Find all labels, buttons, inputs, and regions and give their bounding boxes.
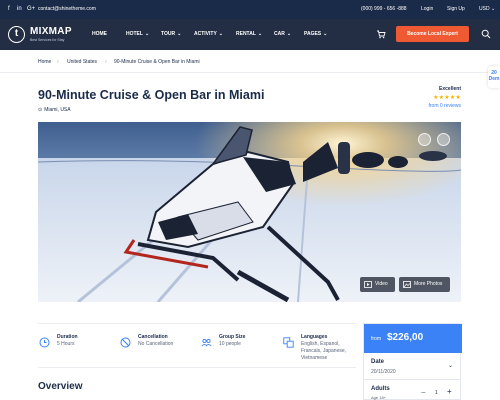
date-picker[interactable]: Date 20/11/2020 ⌄ <box>364 353 460 380</box>
fact-title: Group Size <box>219 334 246 340</box>
nav-item-activity[interactable]: ACTIVITY ⌄ <box>194 31 223 37</box>
fact-value: 10 people <box>219 341 241 347</box>
date-value: 20/11/2020 <box>371 369 396 375</box>
breadcrumb-current: 90-Minute Cruise & Open Bar in Miami <box>114 59 200 65</box>
breadcrumb-home[interactable]: Home <box>38 59 51 65</box>
fact-title: Duration <box>57 334 78 340</box>
rating-label: Excellent <box>439 86 461 92</box>
overview-heading: Overview <box>38 381 83 392</box>
nav-item-hotel[interactable]: HOTEL ⌄ <box>126 31 149 37</box>
search-icon[interactable] <box>481 29 491 39</box>
price-bar: from $226,00 <box>364 324 462 353</box>
language-icon <box>283 337 294 348</box>
more-photos-button[interactable]: More Photos <box>399 277 450 292</box>
google-plus-icon[interactable]: G+ <box>27 6 35 12</box>
become-local-expert-button[interactable]: Become Local Expert <box>396 26 469 42</box>
rating-summary: Excellent ★★★★★ from 0 reviews <box>425 86 461 109</box>
image-icon <box>403 281 411 288</box>
cancel-icon <box>120 337 131 348</box>
booking-widget: from $226,00 Date 20/11/2020 ⌄ Adults Ag… <box>363 323 462 400</box>
facebook-icon[interactable]: f <box>8 6 10 12</box>
tour-facts: Duration 5 Hours Cancellation No Cancell… <box>38 323 356 368</box>
nav-item-home[interactable]: HOME <box>92 31 107 37</box>
currency-selector[interactable]: USD ⌄ <box>479 6 495 12</box>
fact-title: Cancellation <box>138 334 168 340</box>
chevron-down-icon: ⌄ <box>286 31 292 37</box>
page-title: 90-Minute Cruise & Open Bar in Miami <box>38 88 265 102</box>
adults-label: Adults <box>371 386 390 392</box>
star-rating-icon: ★★★★★ <box>433 95 461 101</box>
login-link[interactable]: Login <box>421 6 433 12</box>
logo-tagline: Best Services for Stay <box>30 38 65 42</box>
adults-quantity: 1 <box>435 390 438 396</box>
demo-side-tab[interactable]: 20 Dem <box>488 66 500 88</box>
price-from-label: from <box>371 336 381 342</box>
breadcrumb: Home › United States › 90-Minute Cruise … <box>0 50 500 73</box>
hero-photo[interactable] <box>38 122 461 302</box>
video-button[interactable]: Video <box>360 277 395 292</box>
fact-value: 5 Hours <box>57 341 75 347</box>
cart-icon[interactable] <box>376 29 386 39</box>
nav-item-pages[interactable]: PAGES ⌄ <box>304 31 327 37</box>
contact-email-link[interactable]: contact@shinetheme.com <box>38 6 96 12</box>
main-nav: t MIXMAP Best Services for Stay HOME HOT… <box>0 19 500 50</box>
chevron-down-icon: ⌄ <box>144 31 150 37</box>
date-label: Date <box>371 359 385 365</box>
adults-age-note: Age 18+ <box>371 395 387 400</box>
increment-button[interactable]: + <box>447 387 452 396</box>
location: ⊙ Miami, USA <box>38 107 71 113</box>
share-icon[interactable] <box>418 133 431 146</box>
map-pin-icon: ⊙ <box>38 107 43 113</box>
chevron-down-icon: ⌄ <box>257 31 263 37</box>
nav-item-rental[interactable]: RENTAL ⌄ <box>236 31 262 37</box>
top-bar: f in G+ contact@shinetheme.com (000) 999… <box>0 0 500 19</box>
chevron-down-icon: ⌄ <box>448 363 454 369</box>
heart-icon[interactable] <box>437 133 450 146</box>
fact-title: Languages <box>301 334 328 340</box>
reviews-link[interactable]: from 0 reviews <box>425 103 461 109</box>
chevron-down-icon: ⌄ <box>323 31 328 37</box>
chevron-down-icon: ⌄ <box>490 6 496 12</box>
logo-name[interactable]: MIXMAP <box>30 26 72 37</box>
chevron-right-icon: › <box>105 59 107 65</box>
fact-value: English, Espanol, Francais, Japanese, Vi… <box>301 341 347 361</box>
nav-item-car[interactable]: CAR ⌄ <box>274 31 291 37</box>
group-icon <box>201 338 212 347</box>
chevron-down-icon: ⌄ <box>177 31 182 37</box>
play-icon <box>364 281 372 288</box>
decrement-button[interactable]: − <box>421 388 426 397</box>
breadcrumb-country[interactable]: United States <box>67 59 97 65</box>
signup-link[interactable]: Sign Up <box>447 6 465 12</box>
snowmobile-image <box>38 122 461 302</box>
contact-phone: (000) 999 - 656 -888 <box>361 6 407 12</box>
nav-item-tour[interactable]: TOUR ⌄ <box>161 31 181 37</box>
chevron-down-icon: ⌄ <box>218 31 223 37</box>
logo-icon[interactable]: t <box>8 26 25 43</box>
clock-icon <box>39 337 50 348</box>
fact-value: No Cancellation <box>138 341 174 347</box>
chevron-right-icon: › <box>57 59 59 65</box>
linkedin-icon[interactable]: in <box>17 6 22 12</box>
price-amount: $226,00 <box>387 332 424 343</box>
